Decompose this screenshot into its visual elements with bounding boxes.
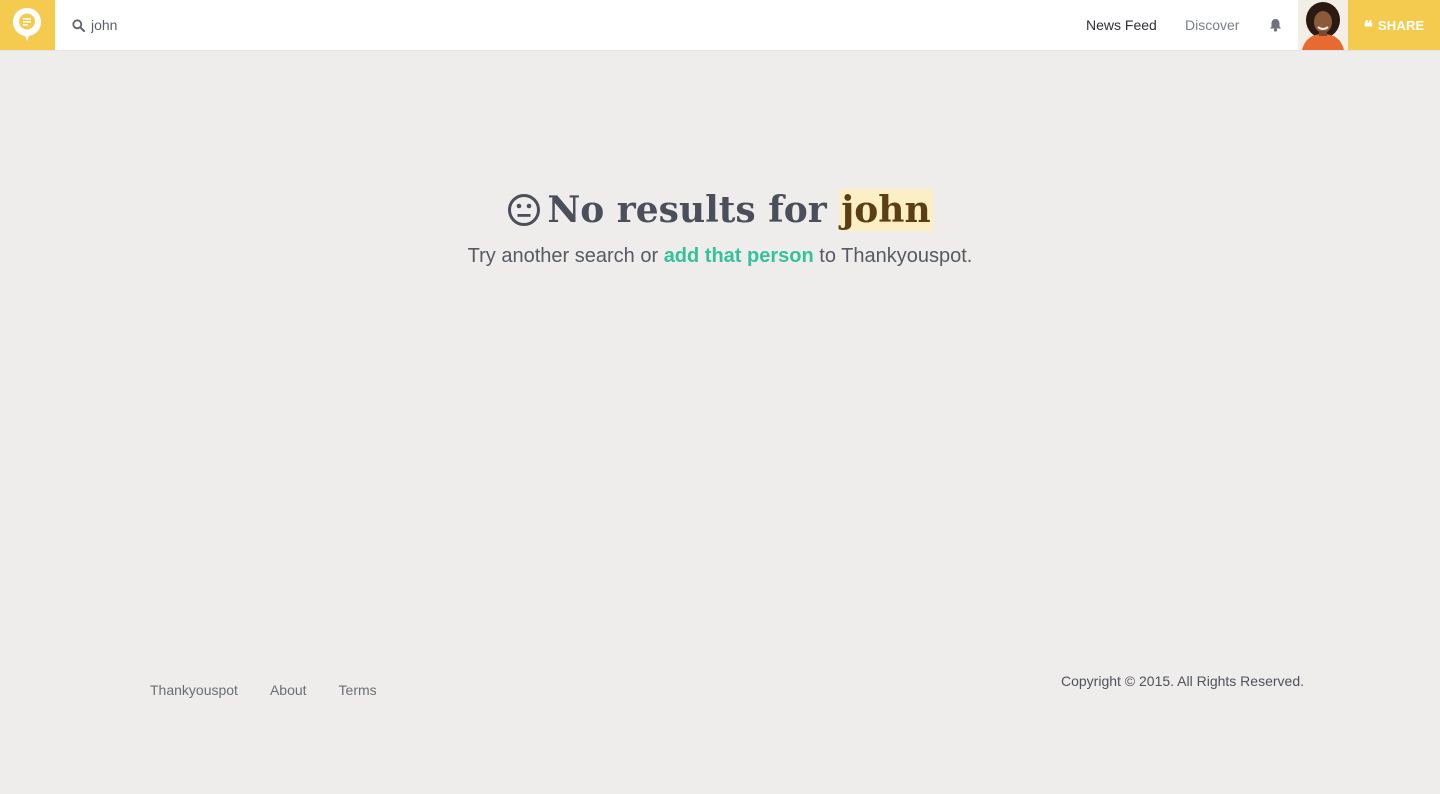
message-text-before: Try another search or xyxy=(467,245,664,267)
heading-text: No results for xyxy=(547,189,827,231)
logo-icon xyxy=(13,8,41,41)
search-icon xyxy=(72,18,85,32)
bell-icon[interactable] xyxy=(1269,18,1282,32)
top-navbar: News Feed Discover ❝ SHARE xyxy=(0,0,1440,50)
avatar-image xyxy=(1298,0,1348,50)
footer-link-thankyouspot[interactable]: Thankyouspot xyxy=(150,682,238,698)
share-label: SHARE xyxy=(1377,17,1425,33)
footer-link-about[interactable]: About xyxy=(270,682,307,698)
search-bar xyxy=(72,0,391,50)
search-term-highlight: john xyxy=(839,189,933,231)
share-button[interactable]: ❝ SHARE xyxy=(1348,0,1440,50)
footer-nav: Thankyouspot About Terms xyxy=(150,682,377,698)
copyright-text: Copyright © 2015. All Rights Reserved. xyxy=(1061,673,1304,689)
search-input[interactable] xyxy=(91,17,391,33)
footer-link-terms[interactable]: Terms xyxy=(339,682,377,698)
message-text-after: to Thankyouspot. xyxy=(813,245,973,267)
avatar[interactable] xyxy=(1298,0,1348,50)
no-results-heading: No results for john xyxy=(0,186,1440,234)
quote-icon: ❝ xyxy=(1363,17,1373,37)
no-results-message: Try another search or add that person to… xyxy=(0,242,1440,270)
add-person-link[interactable]: add that person xyxy=(664,245,814,267)
nav-discover[interactable]: Discover xyxy=(1185,0,1239,50)
logo[interactable] xyxy=(0,0,55,50)
neutral-face-icon xyxy=(508,194,541,226)
nav-news-feed[interactable]: News Feed xyxy=(1086,0,1157,50)
